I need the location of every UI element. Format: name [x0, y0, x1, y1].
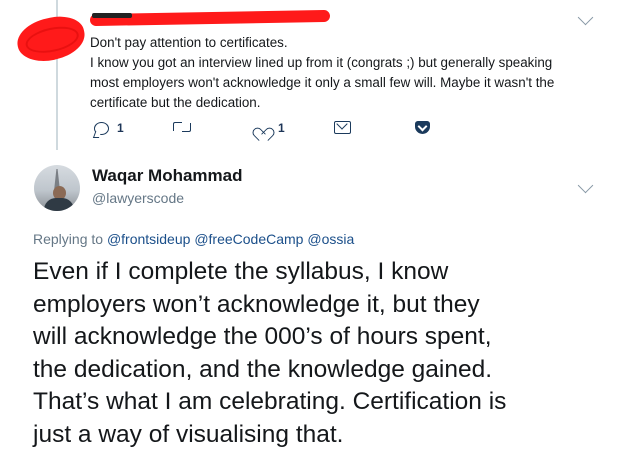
- reply-line: I know you got an interview lined up fro…: [90, 55, 553, 70]
- tweet-text: Even if I complete the syllabus, I know …: [33, 256, 618, 451]
- replying-to-label: Replying to: [33, 231, 104, 247]
- chevron-down-icon[interactable]: [577, 9, 594, 26]
- redacted-author-name-ink: [92, 13, 132, 18]
- tweet-line: will acknowledge the 000’s of hours spen…: [33, 323, 492, 350]
- mention-link[interactable]: @frontsideup: [107, 231, 190, 247]
- pocket-button[interactable]: [415, 121, 430, 134]
- reply-line: certificate but the dedication.: [90, 95, 261, 110]
- mention-link[interactable]: @freeCodeCamp: [194, 231, 303, 247]
- tweet-line: Even if I complete the syllabus, I know: [33, 258, 449, 285]
- display-name[interactable]: Waqar Mohammad: [92, 166, 243, 186]
- direct-message-button[interactable]: [334, 121, 351, 134]
- reply-action-bar: 1 1: [90, 121, 450, 141]
- replying-to: Replying to @frontsideup @freeCodeCamp @…: [33, 231, 354, 247]
- pocket-icon: [415, 121, 430, 134]
- reply-icon: [94, 121, 109, 135]
- retweet-icon: [173, 121, 191, 132]
- avatar-body-shape: [44, 198, 74, 211]
- reply-line: Don't pay attention to certificates.: [90, 35, 288, 50]
- reply-tweet-text: Don't pay attention to certificates. I k…: [90, 33, 610, 113]
- reply-count: 1: [117, 121, 124, 135]
- mention-link[interactable]: @ossia: [307, 231, 354, 247]
- reply-button[interactable]: 1: [94, 121, 124, 135]
- tweet-line: employers won’t acknowledge it, but they: [33, 290, 480, 318]
- retweet-button[interactable]: [173, 121, 199, 132]
- chevron-down-icon[interactable]: [577, 177, 594, 194]
- avatar[interactable]: [34, 165, 80, 211]
- like-count: 1: [278, 121, 285, 135]
- heart-icon: [256, 122, 270, 134]
- redacted-avatar: [13, 11, 89, 67]
- user-handle[interactable]: @lawyerscode: [92, 190, 184, 206]
- twitter-thread: Don't pay attention to certificates. I k…: [0, 0, 627, 461]
- tweet-line: just a way of visualising that.: [33, 420, 344, 448]
- reply-line: most employers won't acknowledge it only…: [90, 75, 555, 90]
- tweet-line: That’s what I am celebrating. Certificat…: [33, 388, 507, 415]
- tweet-line: the dedication, and the knowledge gained…: [33, 355, 493, 383]
- like-button[interactable]: 1: [256, 121, 285, 135]
- envelope-icon: [334, 121, 351, 134]
